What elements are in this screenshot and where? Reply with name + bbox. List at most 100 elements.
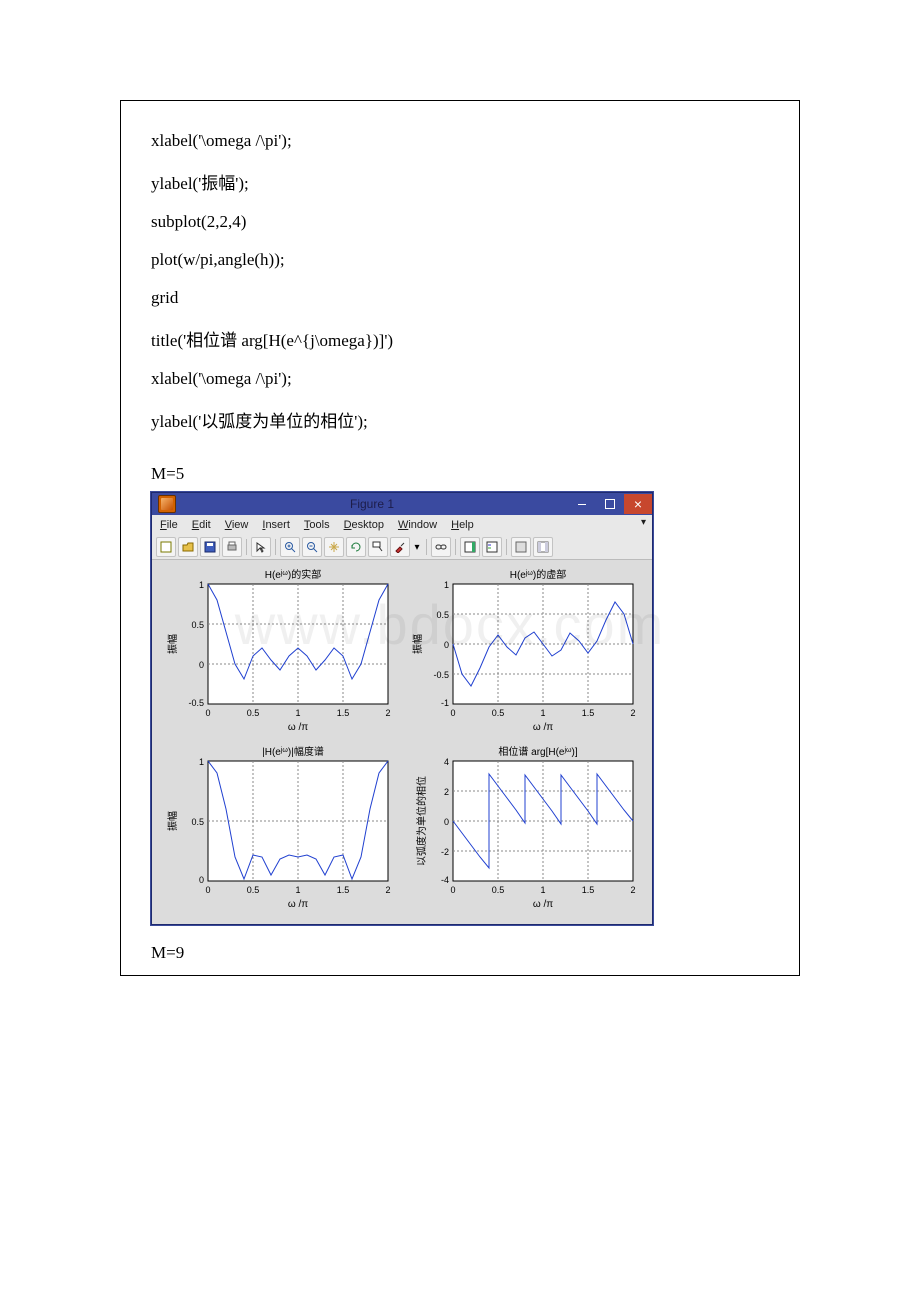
svg-text:1: 1 bbox=[199, 757, 204, 767]
svg-text:0.5: 0.5 bbox=[191, 817, 204, 827]
minimize-button[interactable] bbox=[568, 494, 596, 514]
figure-window: Figure 1 File Edit View Insert Tools Des… bbox=[151, 492, 769, 925]
link-icon[interactable] bbox=[431, 537, 451, 557]
svg-text:|H(ejω)|幅度谱: |H(ejω)|幅度谱 bbox=[262, 745, 324, 758]
svg-text:1: 1 bbox=[295, 708, 300, 718]
svg-text:-2: -2 bbox=[441, 847, 449, 857]
svg-text:振幅: 振幅 bbox=[166, 634, 179, 654]
svg-text:1.5: 1.5 bbox=[582, 885, 595, 895]
maximize-button[interactable] bbox=[596, 494, 624, 514]
subplot-magnitude: |H(ejω)|幅度谱 1 0.5 bbox=[158, 743, 401, 918]
menu-help[interactable]: Help bbox=[451, 519, 474, 531]
svg-text:1: 1 bbox=[540, 885, 545, 895]
svg-text:0.5: 0.5 bbox=[247, 708, 260, 718]
section-m5-label: M=5 bbox=[151, 464, 769, 484]
code-line: ylabel('以弧度为单位的相位'); bbox=[151, 407, 769, 432]
svg-text:1: 1 bbox=[199, 580, 204, 590]
data-cursor-icon[interactable] bbox=[368, 537, 388, 557]
code-line: plot(w/pi,angle(h)); bbox=[151, 250, 769, 270]
menu-file[interactable]: File bbox=[160, 519, 178, 531]
menu-desktop[interactable]: Desktop bbox=[344, 519, 384, 531]
code-line: xlabel('\omega /\pi'); bbox=[151, 369, 769, 389]
save-icon[interactable] bbox=[200, 537, 220, 557]
zoom-out-icon[interactable] bbox=[302, 537, 322, 557]
colorbar-icon[interactable] bbox=[460, 537, 480, 557]
hide-plot-tools-icon[interactable] bbox=[511, 537, 531, 557]
svg-text:-4: -4 bbox=[441, 875, 449, 885]
svg-text:0.5: 0.5 bbox=[492, 708, 505, 718]
svg-text:1.5: 1.5 bbox=[337, 708, 350, 718]
menu-view[interactable]: View bbox=[225, 519, 249, 531]
pan-icon[interactable] bbox=[324, 537, 344, 557]
svg-text:H(ejω)的实部: H(ejω)的实部 bbox=[265, 568, 322, 581]
plot-area: H(ejω)的实部 1 0. bbox=[152, 560, 652, 924]
subplot-imag-part: H(ejω)的虚部 1 bbox=[403, 566, 646, 741]
svg-text:0: 0 bbox=[450, 885, 455, 895]
svg-text:振幅: 振幅 bbox=[411, 634, 424, 654]
code-line: subplot(2,2,4) bbox=[151, 212, 769, 232]
code-block: xlabel('\omega /\pi'); ylabel('振幅'); sub… bbox=[120, 100, 800, 976]
code-line: title('相位谱 arg[H(e^{j\omega})]') bbox=[151, 326, 769, 351]
svg-text:0.5: 0.5 bbox=[191, 620, 204, 630]
brush-icon[interactable] bbox=[390, 537, 410, 557]
svg-text:1: 1 bbox=[540, 708, 545, 718]
menu-window[interactable]: Window bbox=[398, 519, 437, 531]
svg-text:ω /π: ω /π bbox=[533, 722, 553, 733]
svg-text:0: 0 bbox=[450, 708, 455, 718]
svg-text:0: 0 bbox=[199, 875, 204, 885]
svg-text:2: 2 bbox=[630, 708, 635, 718]
rotate-icon[interactable] bbox=[346, 537, 366, 557]
svg-text:相位谱 arg[H(ejω)]: 相位谱 arg[H(ejω)] bbox=[498, 745, 577, 758]
menubar: File Edit View Insert Tools Desktop Wind… bbox=[152, 515, 652, 535]
svg-text:2: 2 bbox=[385, 708, 390, 718]
close-button[interactable] bbox=[624, 494, 652, 514]
svg-text:4: 4 bbox=[444, 757, 449, 767]
menu-overflow-icon[interactable]: ▾ bbox=[641, 517, 646, 528]
svg-text:0: 0 bbox=[205, 708, 210, 718]
svg-text:2: 2 bbox=[444, 787, 449, 797]
svg-text:ω /π: ω /π bbox=[288, 722, 308, 733]
brush-dropdown-icon[interactable]: ▾ bbox=[412, 538, 422, 556]
svg-text:-1: -1 bbox=[441, 698, 449, 708]
code-line: grid bbox=[151, 288, 769, 308]
svg-text:-0.5: -0.5 bbox=[433, 670, 449, 680]
section-m9-label: M=9 bbox=[151, 943, 769, 963]
menu-tools[interactable]: Tools bbox=[304, 519, 330, 531]
svg-text:以弧度为单位的相位: 以弧度为单位的相位 bbox=[415, 776, 428, 866]
menu-edit[interactable]: Edit bbox=[192, 519, 211, 531]
svg-text:0.5: 0.5 bbox=[247, 885, 260, 895]
svg-text:2: 2 bbox=[385, 885, 390, 895]
svg-text:1: 1 bbox=[444, 580, 449, 590]
show-plot-tools-icon[interactable] bbox=[533, 537, 553, 557]
svg-text:ω /π: ω /π bbox=[288, 899, 308, 910]
toolbar: ▾ bbox=[152, 535, 652, 560]
svg-text:-0.5: -0.5 bbox=[188, 698, 204, 708]
legend-icon[interactable] bbox=[482, 537, 502, 557]
svg-text:1.5: 1.5 bbox=[337, 885, 350, 895]
svg-text:0: 0 bbox=[444, 640, 449, 650]
print-icon[interactable] bbox=[222, 537, 242, 557]
open-icon[interactable] bbox=[178, 537, 198, 557]
svg-text:0: 0 bbox=[199, 660, 204, 670]
window-titlebar: Figure 1 bbox=[152, 493, 652, 515]
svg-text:0.5: 0.5 bbox=[492, 885, 505, 895]
svg-text:0: 0 bbox=[205, 885, 210, 895]
svg-text:0.5: 0.5 bbox=[436, 610, 449, 620]
code-line: xlabel('\omega /\pi'); bbox=[151, 131, 769, 151]
matlab-icon bbox=[158, 495, 176, 513]
subplot-real-part: H(ejω)的实部 1 0. bbox=[158, 566, 401, 741]
subplot-phase: 相位谱 arg[H(ejω)] bbox=[403, 743, 646, 918]
svg-text:振幅: 振幅 bbox=[166, 811, 179, 831]
svg-text:2: 2 bbox=[630, 885, 635, 895]
svg-text:0: 0 bbox=[444, 817, 449, 827]
new-figure-icon[interactable] bbox=[156, 537, 176, 557]
svg-text:1: 1 bbox=[295, 885, 300, 895]
window-title: Figure 1 bbox=[176, 497, 568, 511]
svg-text:ω /π: ω /π bbox=[533, 899, 553, 910]
svg-text:H(ejω)的虚部: H(ejω)的虚部 bbox=[510, 568, 567, 581]
pointer-icon[interactable] bbox=[251, 537, 271, 557]
code-line: ylabel('振幅'); bbox=[151, 169, 769, 194]
zoom-in-icon[interactable] bbox=[280, 537, 300, 557]
svg-text:1.5: 1.5 bbox=[582, 708, 595, 718]
menu-insert[interactable]: Insert bbox=[262, 519, 290, 531]
